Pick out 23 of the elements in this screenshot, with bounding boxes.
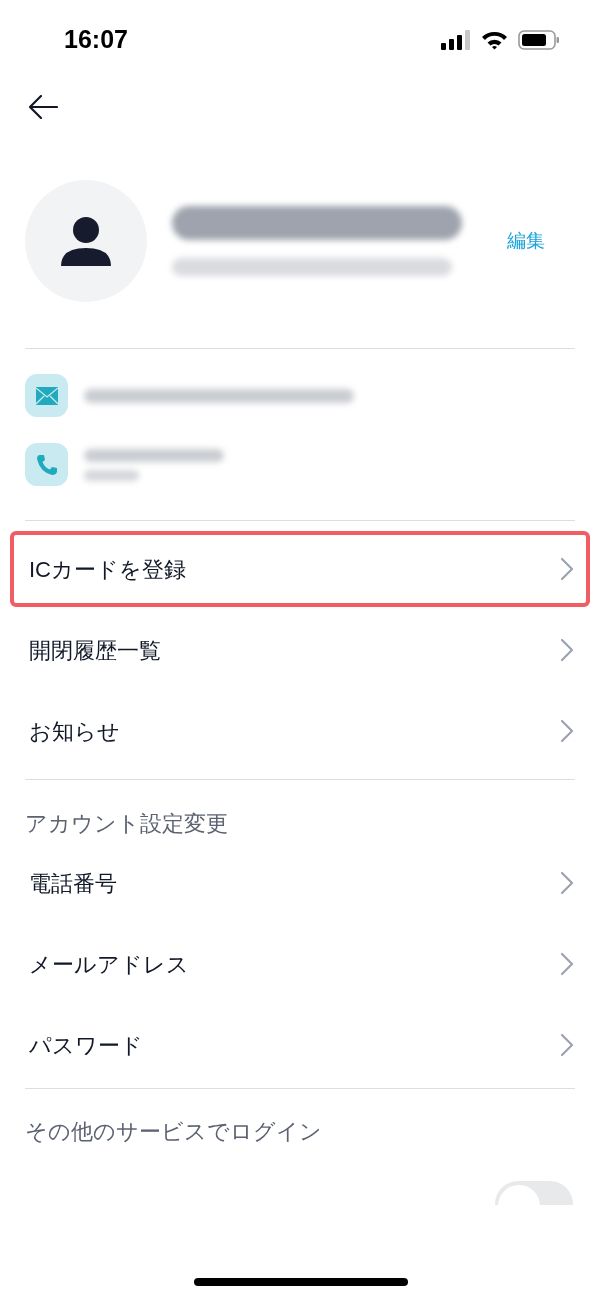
chevron-right-icon [560, 719, 574, 743]
blurred-text [84, 469, 139, 481]
email-icon [25, 374, 68, 417]
menu-item[interactable]: お知らせ [10, 693, 590, 769]
chevron-right-icon [560, 638, 574, 662]
menu-item[interactable]: 電話番号 [10, 845, 590, 921]
chevron-right-icon [560, 871, 574, 895]
menu-item[interactable]: メールアドレス [10, 926, 590, 1002]
phone-icon [25, 443, 68, 486]
section-title: その他のサービスでログイン [25, 1117, 322, 1146]
back-arrow-icon[interactable] [28, 95, 58, 119]
section-title: アカウント設定変更 [25, 809, 228, 838]
battery-icon [518, 30, 560, 50]
menu-item[interactable]: ICカードを登録 [10, 531, 590, 607]
user-icon [61, 216, 111, 266]
chevron-right-icon [560, 557, 574, 581]
chevron-right-icon [560, 1033, 574, 1057]
status-time: 16:07 [64, 24, 128, 56]
menu-item[interactable]: 開閉履歴一覧 [10, 612, 590, 688]
signal-icon [441, 30, 471, 50]
menu-item[interactable]: パスワード [10, 1007, 590, 1083]
chevron-right-icon [560, 952, 574, 976]
wifi-icon [481, 30, 508, 50]
